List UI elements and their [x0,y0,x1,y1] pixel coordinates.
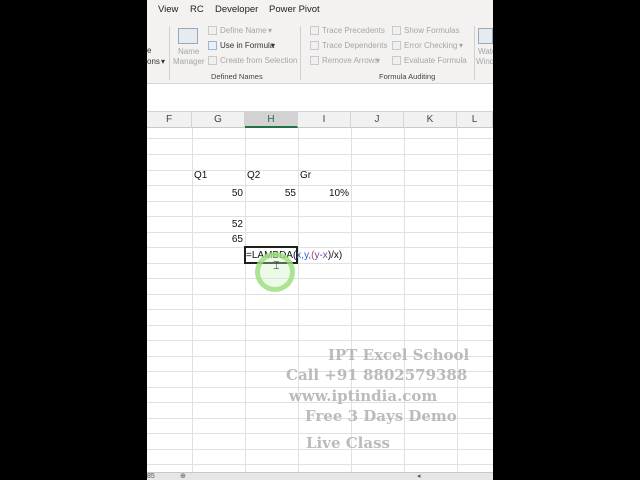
column-header-f[interactable]: F [147,112,192,128]
cell-h-q2[interactable]: Q2 [247,168,260,183]
grid-line [147,263,493,264]
watermark-line: Call +91 8802579388 [286,366,468,384]
grid-line [147,309,493,310]
grid-line [147,154,493,155]
watch-window-label-2[interactable]: Wind [476,57,493,66]
ribbon-formulas: e ons ▾ Name Manager Define Name ▾ Use i… [147,22,493,84]
cell-g-value[interactable]: 50 [194,186,243,201]
dropdown-arrow-icon: ▾ [161,57,166,66]
tab-developer[interactable]: Developer [215,4,258,15]
create-from-selection-button[interactable]: Create from Selection [220,56,297,65]
remove-arrows-icon [310,56,319,65]
column-header-h[interactable]: H [245,112,298,128]
evaluate-formula-icon [392,56,401,65]
watch-window-icon[interactable] [478,28,493,44]
watermark-line: IPT Excel School [328,346,470,364]
sheet-tab[interactable]: 85 [147,473,155,480]
ribbon-separator [474,26,475,80]
column-header-k[interactable]: K [404,112,457,128]
evaluate-formula-button[interactable]: Evaluate Formula [404,56,467,65]
cell-g-value[interactable]: 52 [194,217,243,232]
column-header-j[interactable]: J [351,112,404,128]
chevron-down-icon: ▾ [459,41,464,50]
trace-dependents-button[interactable]: Trace Dependents [322,41,388,50]
error-checking-button[interactable]: Error Checking [404,41,457,50]
ribbon-separator [300,26,301,80]
watermark-line: www.iptindia.com [289,387,438,405]
name-manager-icon[interactable] [178,28,198,44]
cut-label-2: ons [147,57,160,66]
grid-line [147,294,493,295]
grid-line [147,340,493,341]
grid-line [245,128,246,472]
name-manager-label-2[interactable]: Manager [173,57,205,66]
remove-arrows-button[interactable]: Remove Arrows [322,56,378,65]
error-checking-icon [392,41,401,50]
chevron-down-icon: ▾ [271,41,276,50]
tab-power-pivot[interactable]: Power Pivot [269,4,320,15]
ribbon-tabs: View RC Developer Power Pivot [147,0,493,22]
grid-line [192,128,193,472]
tab-view[interactable]: View [158,4,178,15]
trace-precedents-icon [310,26,319,35]
cell-i-gr[interactable]: Gr [300,168,311,183]
scroll-left-icon[interactable]: ◂ [417,473,421,480]
show-formulas-button[interactable]: Show Formulas [404,26,460,35]
grid-line [147,464,493,465]
column-header-l[interactable]: L [457,112,493,128]
define-name-button[interactable]: Define Name [220,26,267,35]
formula-args: x,y, [296,250,312,261]
grid-line [298,128,299,472]
create-from-selection-icon [208,56,217,65]
column-header-row: F G H I J K L [147,112,493,128]
grid-line [457,128,458,472]
trace-dependents-icon [310,41,319,50]
group-label-defined-names: Defined Names [211,72,263,81]
cell-g-q1[interactable]: Q1 [194,168,207,183]
grid-line [147,138,493,139]
text-cursor-icon: ⌶ [273,260,280,272]
show-formulas-icon [392,26,401,35]
sheet-tab-bar: 85 ⊕ ◂ [147,472,493,480]
cell-g-value[interactable]: 65 [194,232,243,247]
watch-window-label-1[interactable]: Watc [478,47,493,56]
grid-line [147,325,493,326]
cell-h-value[interactable]: 55 [247,186,296,201]
watermark-line: Free 3 Days Demo [305,407,457,425]
chevron-down-icon: ▾ [376,56,381,65]
add-sheet-icon[interactable]: ⊕ [180,473,186,480]
column-header-g[interactable]: G [192,112,245,128]
grid-line [147,201,493,202]
formula-close: )/x) [327,250,343,261]
cell-i-percent[interactable]: 10% [300,186,349,201]
watermark-line: Live Class [306,434,390,452]
column-header-i[interactable]: I [298,112,351,128]
grid-line [147,278,493,279]
formula-bar-area [147,85,493,112]
ribbon-separator [169,26,170,80]
name-manager-label-1[interactable]: Name [178,47,199,56]
use-in-formula-icon [208,41,217,50]
excel-window: View RC Developer Power Pivot e ons ▾ Na… [147,0,493,480]
define-name-icon [208,26,217,35]
formula-inner: y-x [314,250,328,261]
chevron-down-icon: ▾ [268,26,273,35]
cut-label-1: e [147,46,152,55]
group-label-formula-auditing: Formula Auditing [379,72,436,81]
trace-precedents-button[interactable]: Trace Precedents [322,26,385,35]
tab-rc[interactable]: RC [190,4,204,15]
use-in-formula-button[interactable]: Use in Formula [220,41,274,50]
